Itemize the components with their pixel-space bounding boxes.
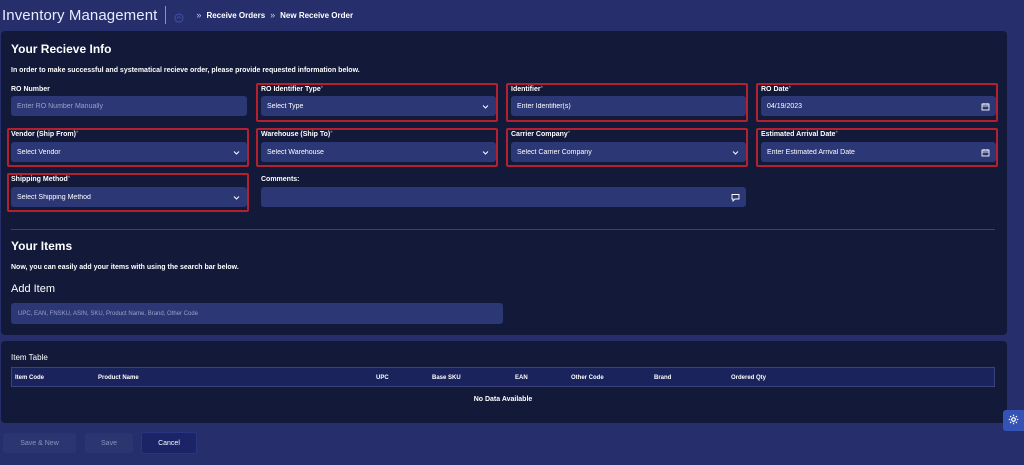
column-header-upc[interactable]: UPC — [376, 375, 389, 381]
chevron-down-icon — [481, 102, 490, 111]
section-subtitle-items: Now, you can easily add your items with … — [11, 264, 239, 271]
home-icon[interactable] — [174, 10, 185, 23]
ro-date-label: RO Date* — [761, 86, 791, 93]
top-bar: Inventory Management » Receive Orders » … — [0, 0, 1024, 30]
warehouse-select[interactable]: Select Warehouse — [261, 142, 496, 162]
vendor-select[interactable]: Select Vendor — [11, 142, 247, 162]
vendor-label: Vendor (Ship From)* — [11, 131, 79, 138]
warehouse-value: Select Warehouse — [267, 148, 324, 156]
item-search-input[interactable]: UPC, EAN, FNSKU, ASIN, SKU, Product Name… — [11, 303, 503, 324]
ro-identifier-type-select[interactable]: Select Type — [261, 96, 496, 116]
column-header-other-code[interactable]: Other Code — [571, 375, 604, 381]
breadcrumb-separator: » — [270, 10, 276, 20]
app-title: Inventory Management — [2, 6, 158, 24]
item-table-header — [11, 367, 995, 387]
table-empty-message: No Data Available — [473, 396, 533, 403]
add-item-heading: Add Item — [11, 283, 56, 295]
column-header-base-sku[interactable]: Base SKU — [432, 375, 461, 381]
vendor-value: Select Vendor — [17, 148, 61, 156]
section-title-receive-info: Your Recieve Info — [11, 42, 112, 56]
identifier-value: Enter Identifier(s) — [517, 102, 571, 110]
column-header-ordered-qty[interactable]: Ordered Qty — [731, 375, 766, 381]
estimated-arrival-date-input[interactable]: Enter Estimated Arrival Date — [761, 142, 996, 162]
identifier-input[interactable]: Enter Identifier(s) — [511, 96, 746, 116]
column-header-item-code[interactable]: Item Code — [15, 375, 44, 381]
section-title-items: Your Items — [11, 239, 73, 253]
comments-label: Comments: — [261, 176, 300, 183]
comment-icon — [731, 193, 740, 202]
section-subtitle-receive-info: In order to make successful and systemat… — [11, 67, 360, 74]
ro-date-input[interactable]: 04/19/2023 — [761, 96, 996, 116]
chevron-down-icon — [731, 148, 740, 157]
chevron-down-icon — [232, 148, 241, 157]
calendar-icon[interactable] — [981, 148, 990, 157]
item-table-title: Item Table — [11, 353, 48, 362]
shipping-method-select[interactable]: Select Shipping Method — [11, 187, 247, 207]
ro-date-value: 04/19/2023 — [767, 102, 803, 110]
carrier-company-value: Select Carrier Company — [517, 148, 592, 156]
column-header-product-name[interactable]: Product Name — [98, 375, 139, 381]
column-header-brand[interactable]: Brand — [654, 375, 671, 381]
comments-input[interactable] — [261, 187, 746, 207]
ro-number-input[interactable]: Enter RO Number Manually — [11, 96, 247, 116]
shipping-method-value: Select Shipping Method — [17, 193, 91, 201]
estimated-arrival-date-value: Enter Estimated Arrival Date — [767, 148, 855, 156]
ro-number-placeholder: Enter RO Number Manually — [17, 102, 103, 110]
section-divider — [11, 229, 995, 230]
breadcrumb-separator: » — [196, 10, 202, 20]
ro-identifier-type-value: Select Type — [267, 102, 304, 110]
identifier-label: Identifier* — [511, 86, 543, 93]
title-divider — [165, 6, 167, 24]
warehouse-label: Warehouse (Ship To)* — [261, 131, 333, 138]
gear-icon — [1008, 412, 1019, 430]
carrier-company-select[interactable]: Select Carrier Company — [511, 142, 746, 162]
breadcrumb-receive-orders[interactable]: Receive Orders — [206, 11, 265, 20]
item-search-placeholder: UPC, EAN, FNSKU, ASIN, SKU, Product Name… — [18, 310, 199, 317]
column-header-ean[interactable]: EAN — [515, 375, 528, 381]
ro-identifier-type-label: RO Identifier Type* — [261, 86, 324, 93]
chevron-down-icon — [481, 148, 490, 157]
shipping-method-label: Shipping Method* — [11, 176, 71, 183]
carrier-company-label: Carrier Company* — [511, 131, 571, 138]
settings-button[interactable] — [1003, 410, 1024, 431]
save-and-new-button[interactable]: Save & New — [3, 433, 76, 453]
chevron-down-icon — [232, 193, 241, 202]
ro-number-label: RO Number — [11, 86, 50, 93]
cancel-button[interactable]: Cancel — [141, 432, 197, 454]
breadcrumb-new-receive-order: New Receive Order — [280, 10, 354, 20]
estimated-arrival-date-label: Estimated Arrival Date* — [761, 131, 838, 138]
calendar-icon[interactable] — [981, 102, 990, 111]
save-button[interactable]: Save — [85, 433, 133, 453]
